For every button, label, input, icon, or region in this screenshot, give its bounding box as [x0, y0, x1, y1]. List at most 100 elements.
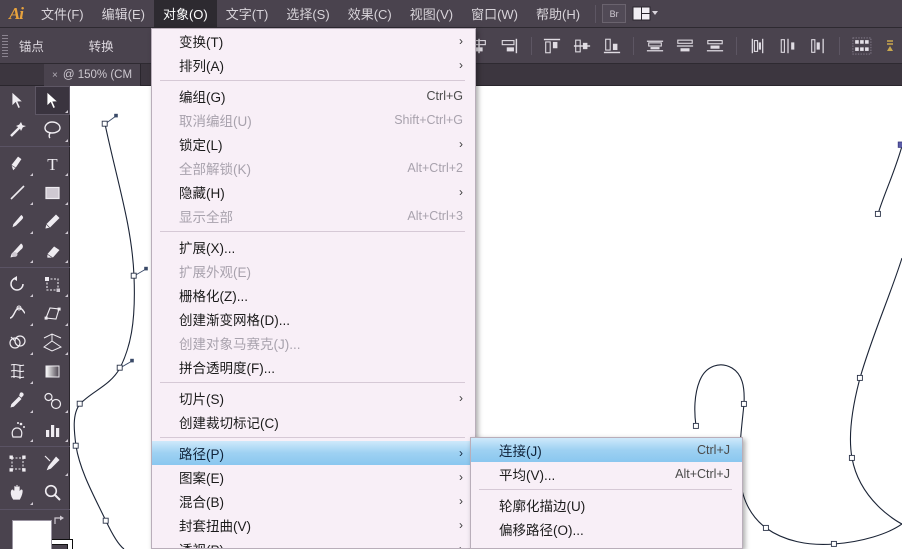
type-tool[interactable]: T — [35, 149, 70, 178]
menubar-item-select[interactable]: 选择(S) — [277, 0, 338, 28]
object-menu-separator — [160, 382, 465, 383]
menu-item-label: 透视(P) — [179, 539, 439, 548]
path-submenu-item-连接[interactable]: 连接(J) Ctrl+J — [471, 438, 742, 462]
align-bottom-icon[interactable] — [598, 35, 626, 57]
object-menu-item-创建裁切标记[interactable]: 创建裁切标记(C) — [152, 410, 475, 434]
blob-brush-tool[interactable] — [0, 236, 35, 265]
align-top-icon[interactable] — [538, 35, 566, 57]
artboard-tool[interactable] — [0, 449, 35, 478]
path-submenu-item-轮廓化描边[interactable]: 轮廓化描边(U) — [471, 493, 742, 517]
magic-wand-tool[interactable] — [0, 115, 35, 144]
distribute-top-icon[interactable] — [641, 35, 669, 57]
path-submenu-dropdown[interactable]: 连接(J) Ctrl+J 平均(V)... Alt+Ctrl+J 轮廓化描边(U) 偏移路… — [470, 437, 743, 549]
menubar-item-view[interactable]: 视图(V) — [401, 0, 462, 28]
object-menu-item-切片[interactable]: 切片(S) › — [152, 386, 475, 410]
tools-divider-2 — [0, 267, 70, 268]
eraser-tool[interactable] — [35, 236, 70, 265]
fill-swatch[interactable] — [12, 520, 52, 549]
object-menu-item-变换[interactable]: 变换(T) › — [152, 29, 475, 53]
column-graph-tool[interactable] — [35, 415, 70, 444]
zoom-tool[interactable] — [35, 478, 70, 507]
object-menu-dropdown[interactable]: 变换(T) › 排列(A) › 编组(G) Ctrl+G 取消编组(U) Shift+Ctrl… — [151, 28, 476, 549]
submenu-arrow-icon: › — [459, 470, 463, 484]
gradient-tool[interactable] — [35, 357, 70, 386]
object-menu-item-栅格化[interactable]: 栅格化(Z)... — [152, 283, 475, 307]
selection-tool[interactable] — [0, 86, 35, 115]
path-submenu-item-偏移路径[interactable]: 偏移路径(O)... — [471, 517, 742, 541]
blend-tool[interactable] — [35, 386, 70, 415]
document-tab-label: @ 150% (CM — [62, 69, 133, 81]
distribute-right-icon[interactable] — [804, 35, 832, 57]
menu-item-label: 偏移路径(O)... — [499, 523, 584, 538]
object-menu-item-路径[interactable]: 路径(P) › — [152, 441, 475, 465]
submenu-arrow-icon: › — [459, 137, 463, 151]
hand-tool[interactable] — [0, 478, 35, 507]
menubar-item-effect[interactable]: 效果(C) — [339, 0, 401, 28]
object-menu-item-封套扭曲[interactable]: 封套扭曲(V) › — [152, 513, 475, 537]
tools-divider-1 — [0, 146, 70, 147]
menubar-item-window[interactable]: 窗口(W) — [462, 0, 527, 28]
path-submenu-item-平均[interactable]: 平均(V)... Alt+Ctrl+J — [471, 462, 742, 486]
object-menu-item-排列[interactable]: 排列(A) › — [152, 53, 475, 77]
slice-tool[interactable] — [35, 449, 70, 478]
pencil-tool[interactable] — [35, 207, 70, 236]
object-menu-item-锁定[interactable]: 锁定(L) › — [152, 132, 475, 156]
more-options-icon[interactable] — [847, 35, 877, 57]
perspective-grid-tool[interactable] — [35, 328, 70, 357]
menubar-item-file[interactable]: 文件(F) — [32, 0, 93, 28]
menubar-item-help[interactable]: 帮助(H) — [527, 0, 589, 28]
menu-item-shortcut: Alt+Ctrl+J — [675, 467, 730, 481]
menu-item-label: 显示全部 — [179, 210, 233, 225]
object-menu-item-隐藏[interactable]: 隐藏(H) › — [152, 180, 475, 204]
align-right-icon[interactable] — [495, 35, 523, 57]
menu-item-label: 变换(T) — [179, 35, 224, 50]
menu-item-label: 切片(S) — [179, 392, 224, 407]
distribute-center-horizontal-icon[interactable] — [774, 35, 802, 57]
menu-item-label: 全部解锁(K) — [179, 162, 251, 177]
direct-selection-tool[interactable] — [35, 86, 70, 115]
object-menu-item-拼合透明度[interactable]: 拼合透明度(F)... — [152, 355, 475, 379]
shape-builder-tool[interactable] — [0, 328, 35, 357]
object-menu-item-图案[interactable]: 图案(E) › — [152, 465, 475, 489]
menu-bar: Ai 文件(F) 编辑(E) 对象(O) 文字(T) 选择(S) 效果(C) 视… — [0, 0, 902, 28]
object-menu-item-扩展[interactable]: 扩展(X)... — [152, 235, 475, 259]
tools-divider-4 — [0, 509, 70, 510]
submenu-arrow-icon: › — [459, 494, 463, 508]
eyedropper-tool[interactable] — [0, 386, 35, 415]
align-middle-vertical-icon[interactable] — [568, 35, 596, 57]
paintbrush-tool[interactable] — [0, 207, 35, 236]
object-menu-separator — [160, 80, 465, 81]
lasso-tool[interactable] — [35, 115, 70, 144]
swap-fill-stroke-icon[interactable] — [52, 514, 66, 528]
document-tab[interactable]: × @ 150% (CM — [44, 64, 142, 86]
menu-item-label: 混合(B) — [179, 495, 224, 510]
distribute-bottom-icon[interactable] — [701, 35, 729, 57]
close-icon[interactable]: × — [52, 70, 58, 81]
menubar-item-edit[interactable]: 编辑(E) — [93, 0, 154, 28]
scale-tool[interactable] — [35, 270, 70, 299]
rectangle-tool[interactable] — [35, 178, 70, 207]
object-menu-item-创建渐变网格[interactable]: 创建渐变网格(D)... — [152, 307, 475, 331]
control-bar-overflow-icon[interactable] — [879, 35, 901, 57]
arrange-documents-icon[interactable] — [632, 4, 660, 23]
object-menu-item-编组[interactable]: 编组(G) Ctrl+G — [152, 84, 475, 108]
menu-item-shortcut: Ctrl+G — [426, 89, 463, 103]
bridge-icon[interactable]: Br — [602, 4, 627, 23]
distribute-left-icon[interactable] — [744, 35, 772, 57]
distribute-center-vertical-icon[interactable] — [671, 35, 699, 57]
object-menu-item-混合[interactable]: 混合(B) › — [152, 489, 475, 513]
rotate-tool[interactable] — [0, 270, 35, 299]
width-tool[interactable] — [0, 299, 35, 328]
menubar-divider — [595, 4, 597, 23]
line-segment-tool[interactable] — [0, 178, 35, 207]
mesh-tool[interactable] — [0, 357, 35, 386]
object-menu-item-透视[interactable]: 透视(P) › — [152, 537, 475, 548]
menubar-item-type[interactable]: 文字(T) — [217, 0, 278, 28]
pen-tool[interactable] — [0, 149, 35, 178]
free-transform-tool[interactable] — [35, 299, 70, 328]
submenu-arrow-icon: › — [459, 34, 463, 48]
control-bar-grip[interactable] — [0, 28, 11, 64]
symbol-sprayer-tool[interactable] — [0, 415, 35, 444]
submenu-arrow-icon: › — [459, 185, 463, 199]
menubar-item-object[interactable]: 对象(O) — [153, 0, 217, 28]
